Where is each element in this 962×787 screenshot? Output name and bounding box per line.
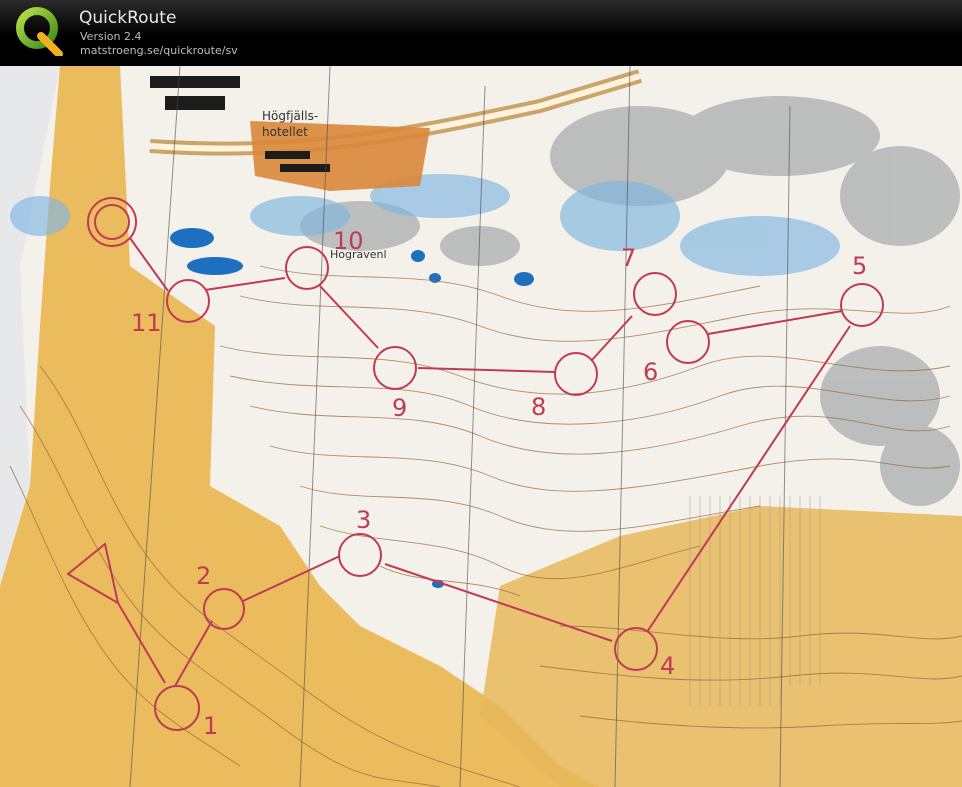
hotel-label: Högfjälls-	[262, 109, 318, 123]
quickroute-logo-icon	[16, 7, 63, 56]
control-8-number: 8	[531, 393, 546, 421]
control-7-number: 7	[621, 244, 636, 272]
control-5-number: 5	[852, 252, 867, 280]
control-10-number: 10	[333, 227, 364, 255]
app-header: QuickRoute Version 2.4 matstroeng.se/qui…	[0, 0, 962, 66]
app-title: QuickRoute	[79, 8, 177, 28]
control-2-number: 2	[196, 562, 211, 590]
control-3-number: 3	[356, 506, 371, 534]
control-6-number: 6	[643, 358, 658, 386]
app-version: Version 2.4	[80, 30, 142, 43]
control-11-number: 11	[131, 309, 162, 337]
svg-text:hotellet: hotellet	[262, 125, 308, 139]
app-url[interactable]: matstroeng.se/quickroute/sv	[80, 44, 238, 57]
control-1-number: 1	[203, 712, 218, 740]
orienteering-map[interactable]: Högfjälls- hotellet Hogravenl 1 2 3 4 5 …	[0, 66, 962, 787]
control-9-number: 9	[392, 394, 407, 422]
control-4-number: 4	[660, 652, 675, 680]
